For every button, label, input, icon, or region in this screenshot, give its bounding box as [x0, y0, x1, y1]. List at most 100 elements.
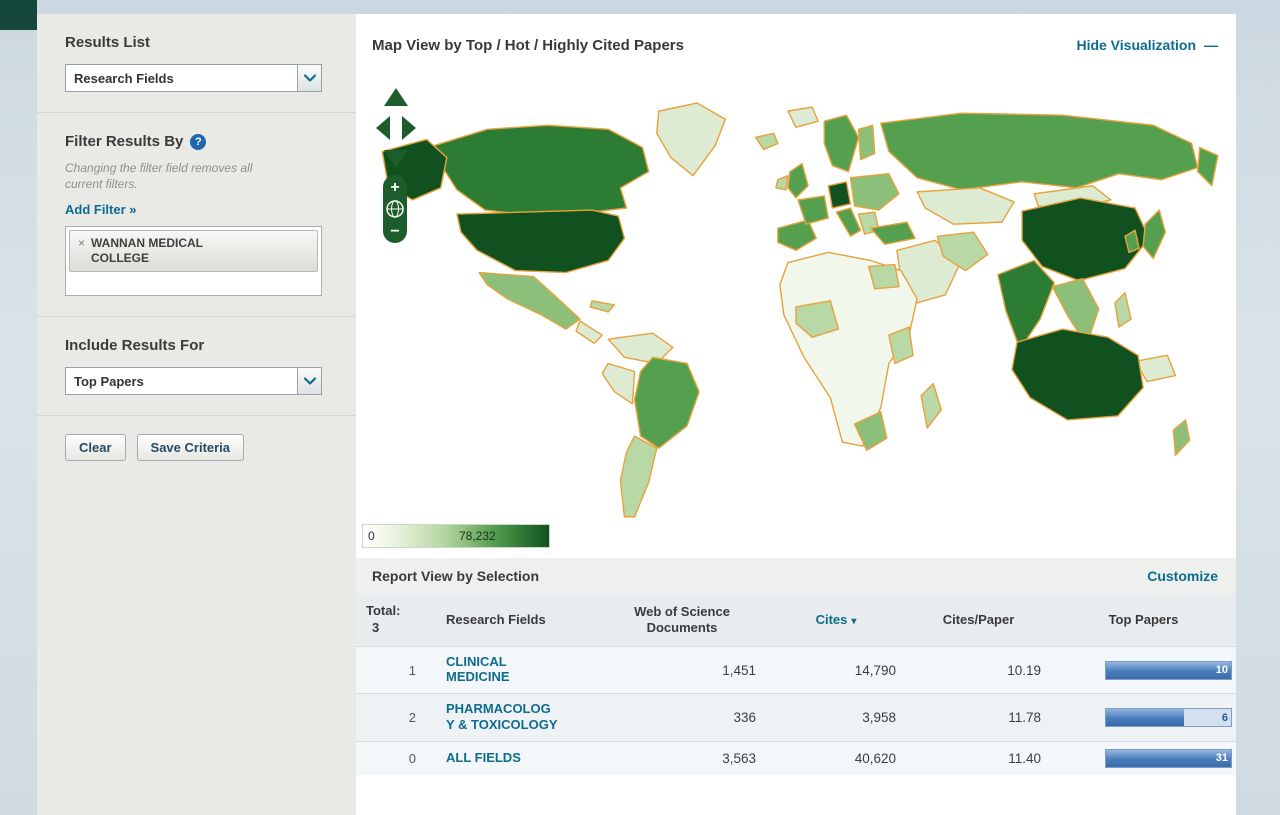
map-view-title: Map View by Top / Hot / Highly Cited Pap…	[372, 37, 684, 54]
filter-note-line1: Changing the filter field removes all	[65, 161, 252, 175]
map-region-finland[interactable]	[859, 125, 875, 159]
map-region-japan[interactable]	[1143, 210, 1165, 258]
map-region-egypt[interactable]	[869, 265, 899, 289]
sort-desc-icon: ▾	[851, 616, 856, 627]
map-region-new-zealand[interactable]	[1173, 420, 1189, 455]
results-list-section: Results List Research Fields	[37, 14, 356, 113]
filter-chip[interactable]: × WANNAN MEDICAL COLLEGE	[69, 230, 318, 272]
filter-section: Filter Results By ? Changing the filter …	[37, 113, 356, 317]
pan-up-icon[interactable]	[384, 88, 408, 106]
results-list-value: Research Fields	[66, 65, 297, 91]
filter-note: Changing the filter field removes all cu…	[65, 160, 322, 192]
map-region-spain[interactable]	[778, 220, 816, 250]
map-region-scandinavia[interactable]	[824, 115, 858, 172]
table-header-row: Total: 3 Research Fields Web of Science …	[356, 594, 1236, 646]
chevron-down-icon[interactable]	[297, 368, 321, 394]
choropleth-map[interactable]	[356, 76, 1236, 558]
cites-label: Cites	[816, 612, 848, 627]
legend-min-value: 0	[368, 529, 375, 543]
documents-value: 1,451	[598, 646, 766, 694]
include-results-section: Include Results For Top Papers	[37, 317, 356, 416]
map-region-canada[interactable]	[435, 125, 649, 216]
map-region-russia[interactable]	[881, 113, 1198, 190]
legend-max-value: 78,232	[459, 529, 496, 543]
criteria-buttons: Clear Save Criteria	[37, 416, 356, 479]
filter-note-line2: current filters.	[65, 177, 138, 191]
results-list-select[interactable]: Research Fields	[65, 64, 322, 92]
map-region-argentina[interactable]	[620, 436, 656, 517]
sidebar: Results List Research Fields Filter Resu…	[37, 14, 356, 815]
report-table: Total: 3 Research Fields Web of Science …	[356, 594, 1236, 775]
map-region-svalbard[interactable]	[788, 107, 818, 127]
map-region-ireland[interactable]	[776, 176, 788, 190]
map-region-brazil[interactable]	[635, 357, 700, 448]
field-link[interactable]: ALL FIELDS	[446, 750, 558, 766]
cites-per-paper-value: 10.19	[906, 646, 1051, 694]
report-view-header: Report View by Selection Customize	[356, 558, 1236, 594]
table-row: 1 CLINICAL MEDICINE 1,451 14,790 10.19 1…	[356, 646, 1236, 694]
map-legend: 0 78,232	[362, 524, 550, 548]
column-header-research-fields: Research Fields	[426, 594, 598, 646]
include-results-heading: Include Results For	[65, 337, 322, 354]
top-papers-bar-fill	[1106, 750, 1231, 767]
column-header-top-papers: Top Papers	[1051, 594, 1236, 646]
map-region-philippines[interactable]	[1115, 293, 1131, 327]
customize-link[interactable]: Customize	[1147, 568, 1218, 584]
field-link[interactable]: CLINICAL MEDICINE	[446, 654, 558, 685]
chevron-down-icon[interactable]	[297, 65, 321, 91]
row-rank: 2	[356, 694, 426, 742]
map-region-germany[interactable]	[828, 182, 850, 208]
map-region-australia[interactable]	[1012, 329, 1143, 420]
pan-left-icon[interactable]	[376, 116, 390, 140]
map-region-central-america[interactable]	[576, 321, 602, 343]
map-region-france[interactable]	[798, 196, 828, 224]
pan-down-icon[interactable]	[384, 150, 408, 168]
column-header-documents: Web of Science Documents	[598, 594, 766, 646]
hide-visualization-label: Hide Visualization	[1076, 37, 1196, 53]
map-region-iceland[interactable]	[756, 133, 778, 149]
map-region-greenland[interactable]	[657, 103, 726, 176]
map-region-usa[interactable]	[457, 210, 625, 273]
top-papers-value: 6	[1222, 712, 1228, 724]
map-zoom-control[interactable]: + −	[382, 174, 408, 249]
help-icon[interactable]: ?	[190, 134, 206, 150]
top-papers-bar: 6	[1105, 708, 1232, 727]
field-link[interactable]: PHARMACOLOGY & TOXICOLOGY	[446, 701, 558, 732]
include-results-select[interactable]: Top Papers	[65, 367, 322, 395]
pan-right-icon[interactable]	[402, 116, 416, 140]
map-region-far-east-russia[interactable]	[1198, 147, 1218, 185]
total-count: 3	[372, 620, 379, 635]
map-region-mexico[interactable]	[479, 273, 580, 330]
map-region-cuba[interactable]	[590, 301, 614, 312]
zoom-out-icon[interactable]: −	[390, 223, 399, 240]
map-view-header: Map View by Top / Hot / Highly Cited Pap…	[356, 14, 1236, 76]
zoom-in-icon[interactable]: +	[390, 179, 399, 196]
column-header-total: Total: 3	[356, 594, 426, 646]
hide-visualization-link[interactable]: Hide Visualization —	[1076, 37, 1218, 53]
map-region-italy[interactable]	[836, 208, 860, 236]
clear-button[interactable]: Clear	[65, 434, 126, 461]
top-papers-bar-fill	[1106, 662, 1231, 679]
top-papers-bar: 31	[1105, 749, 1232, 768]
filter-by-heading: Filter Results By ?	[65, 133, 322, 150]
table-row: 2 PHARMACOLOGY & TOXICOLOGY 336 3,958 11…	[356, 694, 1236, 742]
map-region-peru[interactable]	[602, 363, 634, 403]
top-papers-bar: 10	[1105, 661, 1232, 680]
active-filters-box: × WANNAN MEDICAL COLLEGE	[65, 226, 322, 296]
page: Results List Research Fields Filter Resu…	[0, 0, 1280, 815]
column-header-cites[interactable]: Cites▾	[766, 594, 906, 646]
world-map[interactable]: + − 0 78,232	[356, 76, 1236, 558]
map-region-uk[interactable]	[788, 164, 808, 198]
map-region-central-asia[interactable]	[917, 188, 1014, 224]
results-list-heading: Results List	[65, 34, 322, 51]
add-filter-link[interactable]: Add Filter »	[65, 202, 137, 217]
top-papers-value: 10	[1216, 664, 1228, 676]
top-papers-bar-fill	[1106, 709, 1184, 726]
map-region-eastern-europe[interactable]	[850, 174, 898, 210]
map-region-madagascar[interactable]	[921, 384, 941, 428]
save-criteria-button[interactable]: Save Criteria	[137, 434, 245, 461]
row-rank: 0	[356, 741, 426, 775]
documents-value: 336	[598, 694, 766, 742]
remove-filter-icon[interactable]: ×	[78, 236, 85, 250]
map-pan-control[interactable]	[374, 86, 418, 175]
